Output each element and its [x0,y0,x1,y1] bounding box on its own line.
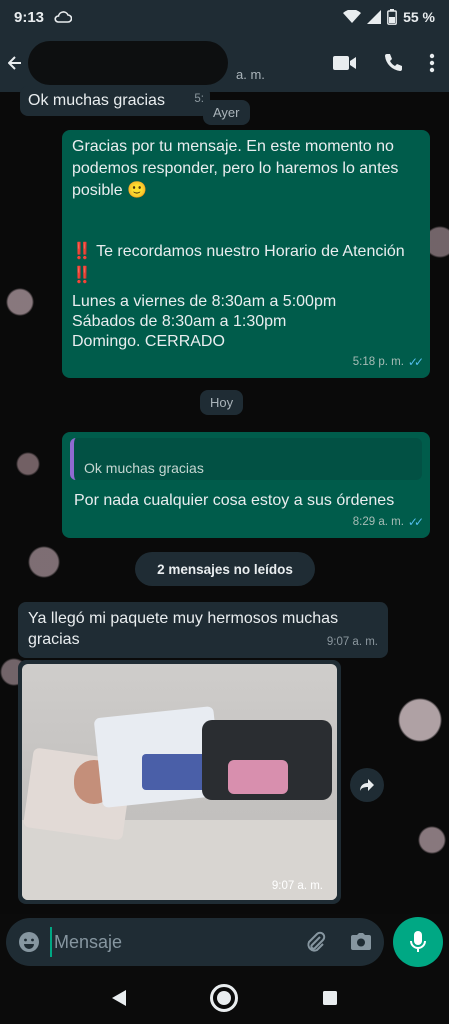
message-text: Por nada cualquier cosa estoy a sus órde… [74,492,395,509]
unread-messages-divider: 2 mensajes no leídos [135,552,315,586]
chat-area[interactable]: Ok muchas gracias 5: Ayer Gracias por tu… [0,86,449,914]
camera-icon[interactable] [350,932,372,952]
home-circle-icon[interactable] [209,983,239,1013]
battery-level: 55 % [403,9,435,25]
status-bar: 9:13 55 % [0,0,449,34]
message-text: Lunes a viernes de 8:30am a 5:00pm [72,293,337,310]
message-time: 5:18 p. m. [352,356,404,368]
message-bubble-outgoing[interactable]: Ok muchas gracias Por nada cualquier cos… [62,432,430,538]
chat-header: a. m. [0,34,449,92]
quoted-text: Ok muchas gracias [84,460,204,476]
back-triangle-icon[interactable] [111,989,127,1007]
message-text: Domingo. CERRADO [72,333,225,350]
message-bubble-incoming[interactable]: Ya llegó mi paquete muy hermosos muchas … [18,602,388,658]
message-time: 9:07 a. m. [326,636,378,648]
contact-info-redacted[interactable] [28,41,228,85]
message-text: Ok muchas gracias [28,92,165,109]
message-time: 9:07 a. m. [271,880,323,892]
more-options-icon[interactable] [429,53,435,73]
message-time: 8:29 a. m. [352,516,404,528]
status-time: 9:13 [14,8,45,26]
back-button[interactable] [4,34,26,92]
image-message[interactable]: 9:07 a. m. [18,660,341,904]
message-composer [6,918,384,966]
read-receipt-icon: ✓✓ [407,355,424,369]
received-photo[interactable]: 9:07 a. m. [22,664,337,900]
last-seen-suffix: a. m. [236,67,265,82]
message-text: Sábados de 8:30am a 1:30pm [72,313,287,330]
voice-call-icon[interactable] [383,53,403,73]
attach-icon[interactable] [306,931,326,953]
system-navigation-bar [0,972,449,1024]
mic-icon [410,931,426,953]
cloud-icon [54,11,73,23]
message-text: Gracias por tu mensaje. En este momento … [72,138,399,199]
emoji-icon[interactable] [18,931,40,953]
voice-record-button[interactable] [393,917,443,967]
forward-icon [359,778,375,792]
quoted-message[interactable]: Ok muchas gracias [70,438,422,480]
read-receipt-icon: ✓✓ [407,515,424,529]
message-text: ‼️ Te recordamos nuestro Horario de Aten… [72,243,405,284]
battery-icon [387,9,397,25]
message-bubble-incoming[interactable]: Ok muchas gracias 5: [20,86,210,116]
message-input[interactable] [50,927,306,957]
wifi-icon [343,10,362,24]
video-call-icon[interactable] [333,55,357,71]
message-bubble-outgoing[interactable]: Gracias por tu mensaje. En este momento … [62,130,430,378]
forward-button[interactable] [350,768,384,802]
recents-square-icon[interactable] [322,990,338,1006]
date-divider-today: Hoy [200,390,244,415]
date-divider-yesterday: Ayer [203,100,250,125]
signal-icon [367,10,382,24]
